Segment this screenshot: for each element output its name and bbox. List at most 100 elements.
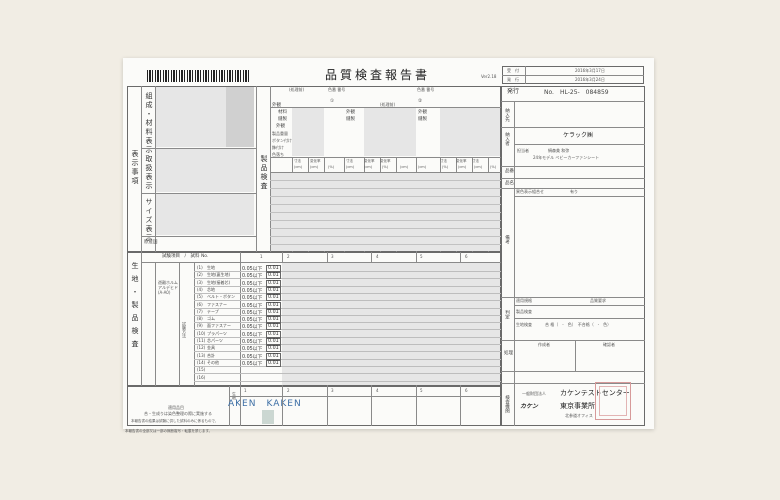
test-row [194,351,501,353]
test-item-standard: 0.05以下 [242,281,263,287]
test-item-standard: 0.05以下 [242,296,263,302]
color-combo-label: 異色表示組合せ [516,189,544,194]
composition-label: 組成・材料表示 [145,92,153,155]
test-item-no: (1) [197,265,203,270]
col-header: 寸法 [440,159,447,163]
mid-grid-line [270,228,501,229]
color-combo-value: 有り [570,189,578,194]
check-appearance: 外観 [272,103,281,108]
check-sewing-r2: 縫製 [418,117,427,122]
item-code-label: 品番 [505,169,514,174]
bottom-sample-number: 5 [420,388,423,393]
unit-label: (%) [328,165,335,169]
test-item-limit: 0.01 [266,345,281,353]
bottom-sample-number: 1 [244,388,247,393]
test-item-standard: 0.05以下 [242,325,263,331]
sample-number: 1 [260,254,263,259]
test-row [194,336,501,338]
test-item-name: その他 [207,359,219,365]
standard-value: 品質要求 [590,298,606,303]
processing-label: 処理 [504,351,513,356]
test-item-limit: 0.01 [266,323,281,331]
method-label: 遊離ホルムアルデヒド(A-A0) [158,280,178,296]
check-appearance-r1: 外観 [346,110,355,115]
test-item-name: 合計 [207,352,215,358]
sample-number: 4 [376,254,379,259]
care-label: 取扱表示 [145,155,153,191]
product-inspection-label: 製品検査 [260,155,268,191]
test-row [194,285,501,287]
test-row [194,292,501,294]
test-item-no: (7) [197,308,203,314]
recipient-label: 納入者 [504,132,510,146]
mid-grid-line [270,204,501,205]
test-item-no: (5) [197,294,203,300]
unit-label: (cm) [346,165,355,169]
test-item-name: 芯パーツ [207,338,223,343]
test-item-no: (16) [197,374,206,380]
circle-2: ② [418,99,423,104]
fabric-product-label: 生地・製品検査 [131,262,139,353]
test-row [194,278,501,280]
test-item-standard: 0.05以下 [242,361,263,367]
test-row [194,314,501,316]
bottom-sample-number: 3 [331,388,334,393]
bottom-sample-number: 6 [465,388,468,393]
notes-body: 合・生成りは染色整理の際に実施する [144,411,212,416]
bottom-col-divider [416,386,417,426]
bottom-sample-number: 2 [287,388,290,393]
footnote: 本報告書の結果は試験に供した試料のみに係るもので、 [131,419,219,423]
circle-1: ① [330,99,335,104]
test-row [194,344,501,345]
col-header: 寸法 [346,159,353,163]
test-item-standard: 0.05以下 [242,318,263,324]
check-sewing-r1: 縫製 [346,117,355,122]
test-item-standard: 0.05以下 [242,340,263,345]
issued-label: 発 行 [507,77,519,82]
sample-number: 6 [465,254,468,259]
bottom-col-divider [371,386,372,426]
bottom-sample-number: 4 [376,388,379,393]
sample-number: 3 [331,254,334,259]
unit-label: (%) [382,165,389,169]
test-item-limit: 0.01 [266,301,281,309]
test-item-limit: 0.01 [266,279,281,287]
author-label: 作成者 [538,342,550,347]
office-name: 東京事業所 [560,402,595,410]
unit-label: (cm) [400,165,409,169]
test-item-name: テープ [207,308,219,314]
test-row [194,307,501,309]
unit-label: (%) [442,165,449,169]
check-decoration: 飾付け [272,145,284,150]
company-name: ケラック㈱ [563,132,594,139]
test-row [194,380,501,382]
test-item-name: 生地(接着芯) [207,279,231,285]
test-item-no: (12) [197,345,206,351]
test-item-name: 芯地 [207,286,215,292]
check-weight: 製品重量 [272,131,288,136]
display-items-label: 表示事項 [131,150,139,186]
notes-title: 適用品目 [168,405,184,410]
test-item-standard: 0.05以下 [242,310,263,316]
test-item-standard: 0.05以下 [242,347,263,353]
test-header: 試験項目 / 試料 No. [162,254,209,259]
barcode [147,70,250,82]
test-item-limit: 0.01 [266,330,281,338]
issue-label: 発行 [507,88,520,95]
bottom-col-divider [460,386,461,426]
test-item-name: ベルト・ボタン [207,294,235,300]
test-item-limit: 0.01 [266,308,281,316]
test-item-limit: 0.01 [266,265,281,272]
test-item-no: (14) [197,359,206,365]
fabric-check-value: 合 格（ - 色） 不合格（ - 色） [545,322,612,327]
test-item-limit: 0.01 [266,286,281,294]
bottom-col-divider [240,386,241,426]
col-header: 変化率 [364,159,375,163]
unit-label: (cm) [474,165,483,169]
test-item-limit: 0.01 [266,359,281,367]
mid-grid-line [270,180,501,181]
unit-label: (cm) [458,165,467,169]
col-header: 変化率 [456,159,467,163]
test-item-limit: 0.01 [266,338,281,345]
test-item-no: (6) [197,301,203,307]
